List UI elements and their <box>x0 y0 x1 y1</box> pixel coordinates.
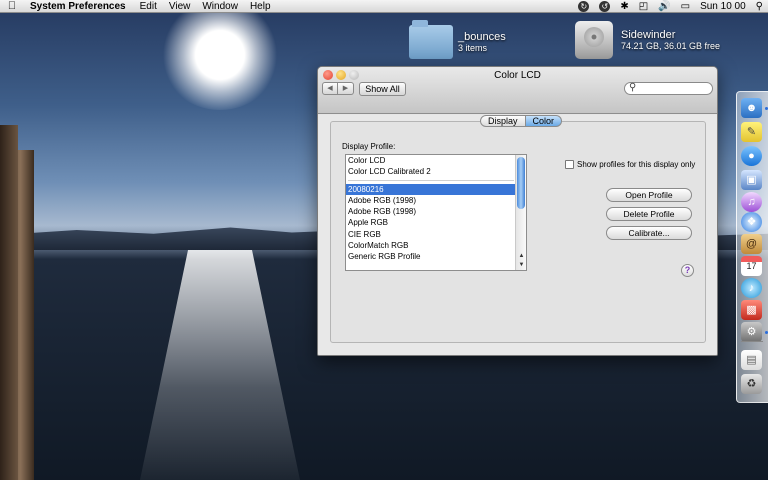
trash-icon[interactable]: ♻ <box>741 374 762 394</box>
tab-bar: Display Color <box>480 115 563 127</box>
open-profile-button[interactable]: Open Profile <box>606 188 692 202</box>
tab-display[interactable]: Display <box>480 115 526 127</box>
menu-edit[interactable]: Edit <box>134 1 163 12</box>
spotlight-icon[interactable]: ⚲ <box>751 1 768 12</box>
display-profile-label: Display Profile: <box>342 142 396 151</box>
list-scrollbar[interactable]: ▲ ▼ <box>515 155 526 270</box>
show-all-button[interactable]: Show All <box>359 82 406 96</box>
list-separator <box>346 178 516 184</box>
search-field[interactable]: ⚲ <box>624 82 713 95</box>
scroll-down-arrow-icon[interactable]: ▼ <box>517 262 526 268</box>
preview-icon[interactable]: ▣ <box>741 170 762 190</box>
calibrate-button[interactable]: Calibrate... <box>606 226 692 240</box>
finder-icon[interactable]: ☻ <box>741 98 762 118</box>
list-item[interactable]: Color LCD <box>346 155 516 166</box>
desktop-disk[interactable]: Sidewinder 74.21 GB, 36.01 GB free <box>575 21 720 59</box>
folder-name: _bounces <box>458 30 506 43</box>
folder-info: 3 items <box>458 42 488 53</box>
dock: ☻ ✎ ● ▣ ♫ ❖ @ 17 ♪ ▩ ⚙ ▤ ♻ <box>736 91 768 403</box>
menu-window[interactable]: Window <box>196 1 244 12</box>
profile-list-items: Color LCD Color LCD Calibrated 2 2008021… <box>346 155 516 263</box>
search-icon: ⚲ <box>629 82 637 93</box>
checkbox-label: Show profiles for this display only <box>577 160 696 169</box>
apple-menu-icon[interactable]:  <box>0 0 24 12</box>
ichat-icon[interactable]: ● <box>741 146 762 166</box>
wifi-icon[interactable]: ◰ <box>634 1 653 12</box>
nav-buttons: ◀ ▶ <box>322 82 354 95</box>
parallels-icon[interactable]: ▩ <box>741 300 762 320</box>
back-button[interactable]: ◀ <box>322 82 338 95</box>
bluetooth-icon[interactable]: ✱ <box>615 1 633 12</box>
list-item[interactable]: Adobe RGB (1998) <box>346 206 516 217</box>
disk-name: Sidewinder <box>621 28 676 41</box>
sync-status-icon[interactable]: ↻ <box>573 0 594 12</box>
dock-separator <box>741 341 763 342</box>
menu-extras: ↻ ↺ ✱ ◰ 🔊 ▭ Sun 10 00 ⚲ <box>573 0 768 12</box>
scroll-thumb[interactable] <box>517 157 525 209</box>
color-pane: Display Profile: Color LCD Color LCD Cal… <box>330 121 706 343</box>
sun-glare <box>160 0 280 110</box>
window-title: Color LCD <box>494 70 541 81</box>
list-item-selected[interactable]: 20080216 <box>346 183 516 195</box>
menu-bar:  System Preferences Edit View Window He… <box>0 0 768 13</box>
list-item[interactable]: Generic RGB Profile <box>346 251 516 262</box>
water-reflection <box>140 250 300 480</box>
color-lcd-window: Color LCD ◀ ▶ Show All ⚲ Display Profile… <box>317 66 718 356</box>
itunes-note-icon[interactable]: ♪ <box>741 278 762 298</box>
app-menu[interactable]: System Preferences <box>24 1 134 12</box>
window-titlebar[interactable]: Color LCD ◀ ▶ Show All ⚲ <box>318 67 717 114</box>
forward-button[interactable]: ▶ <box>338 82 354 95</box>
scroll-up-arrow-icon[interactable]: ▲ <box>517 253 526 259</box>
show-profiles-checkbox[interactable]: Show profiles for this display only <box>565 160 695 169</box>
itunes-icon[interactable]: ♫ <box>741 192 762 212</box>
list-item[interactable]: ColorMatch RGB <box>346 240 516 251</box>
window-content: Display Profile: Color LCD Color LCD Cal… <box>318 115 717 355</box>
time-machine-icon[interactable]: ↺ <box>594 0 615 12</box>
help-button[interactable]: ? <box>681 264 694 277</box>
document-icon[interactable]: ▤ <box>741 350 762 370</box>
stickies-icon[interactable]: ✎ <box>741 122 762 142</box>
desktop-folder[interactable]: _bounces 3 items <box>409 20 506 59</box>
ical-icon[interactable]: 17 <box>741 256 762 276</box>
list-item[interactable]: Apple RGB <box>346 217 516 228</box>
system-preferences-icon[interactable]: ⚙ <box>741 322 762 342</box>
hard-disk-icon <box>575 21 613 59</box>
menu-clock[interactable]: Sun 10 00 <box>695 1 751 12</box>
battery-icon[interactable]: ▭ <box>676 1 695 12</box>
tab-color[interactable]: Color <box>525 115 563 127</box>
folder-icon <box>409 20 453 59</box>
volume-icon[interactable]: 🔊 <box>653 1 675 12</box>
profile-list[interactable]: Color LCD Color LCD Calibrated 2 2008021… <box>345 154 527 271</box>
menu-view[interactable]: View <box>163 1 197 12</box>
safari-icon[interactable]: ❖ <box>741 212 762 232</box>
disk-info: 74.21 GB, 36.01 GB free <box>621 40 721 51</box>
list-item[interactable]: CIE RGB <box>346 229 516 240</box>
list-item[interactable]: Adobe RGB (1998) <box>346 195 516 206</box>
menu-help[interactable]: Help <box>244 1 277 12</box>
address-book-icon[interactable]: @ <box>741 234 762 254</box>
checkbox-box[interactable] <box>565 160 574 169</box>
list-item[interactable]: Color LCD Calibrated 2 <box>346 166 516 177</box>
delete-profile-button[interactable]: Delete Profile <box>606 207 692 221</box>
wooden-post-edge <box>0 125 18 480</box>
